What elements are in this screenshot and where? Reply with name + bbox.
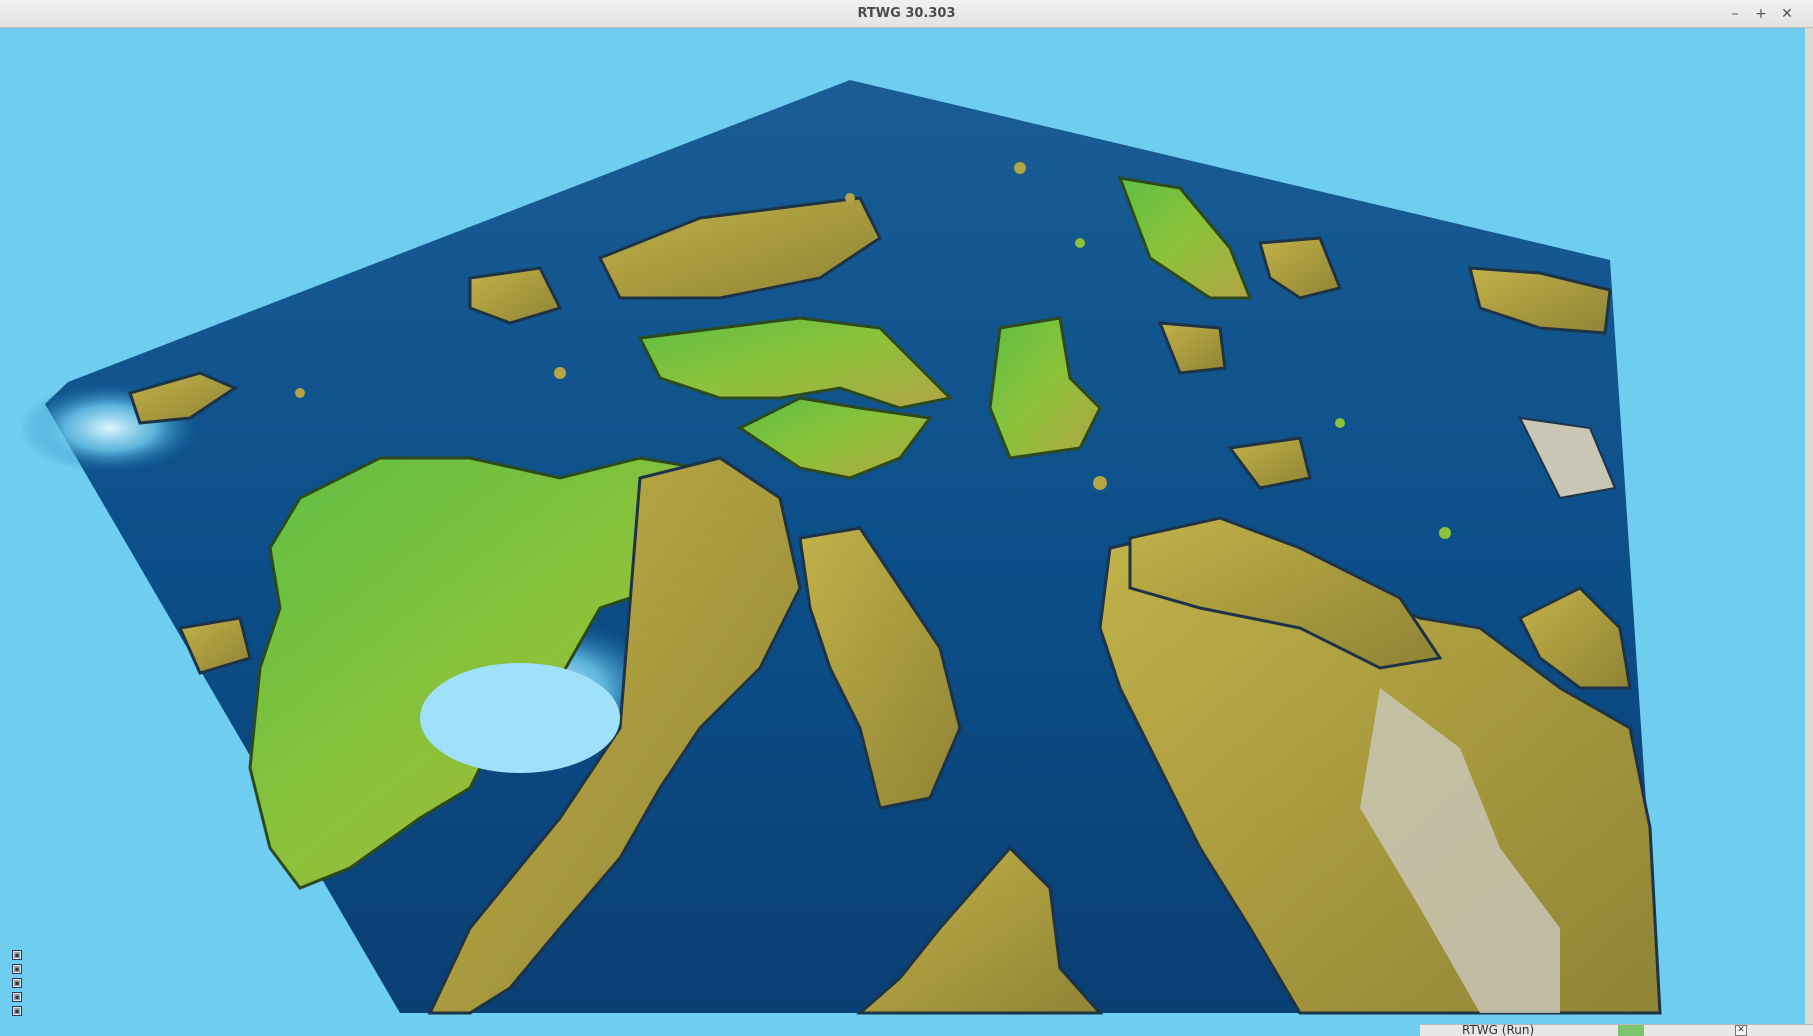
mini-button[interactable]: ▣ [12, 950, 22, 960]
islet [554, 367, 566, 379]
mini-button[interactable]: ▣ [12, 1006, 22, 1016]
taskbar-entry[interactable]: RTWG (Run) ✕ [1420, 1023, 1813, 1036]
islet [1075, 238, 1085, 248]
terrain-viewport[interactable] [0, 28, 1813, 1036]
maximize-button[interactable]: + [1751, 4, 1771, 24]
islet [1439, 527, 1451, 539]
mini-button[interactable]: ▣ [12, 964, 22, 974]
window-title: RTWG 30.303 [857, 6, 956, 21]
app-window: RTWG 30.303 – + ✕ ▣ ▣ ▣ ▣ ▣ RTWG (Run) ✕ [0, 0, 1813, 1036]
islet [295, 388, 305, 398]
terrain-render [20, 80, 1662, 1015]
desktop-edge [1805, 28, 1813, 1036]
title-bar[interactable]: RTWG 30.303 – + ✕ [0, 0, 1813, 28]
taskbar-label: RTWG (Run) [1462, 1023, 1535, 1036]
taskbar-indicator [1618, 1025, 1644, 1036]
taskbar-close-button[interactable]: ✕ [1735, 1025, 1747, 1036]
mini-button[interactable]: ▣ [12, 992, 22, 1002]
inner-bay [420, 663, 620, 773]
islet [1335, 418, 1345, 428]
islet [1014, 162, 1026, 174]
close-button[interactable]: ✕ [1777, 4, 1797, 24]
islet [845, 193, 855, 203]
view-mode-buttons: ▣ ▣ ▣ ▣ ▣ [12, 950, 22, 1020]
mini-button[interactable]: ▣ [12, 978, 22, 988]
minimize-button[interactable]: – [1725, 4, 1745, 24]
islet [1093, 476, 1107, 490]
